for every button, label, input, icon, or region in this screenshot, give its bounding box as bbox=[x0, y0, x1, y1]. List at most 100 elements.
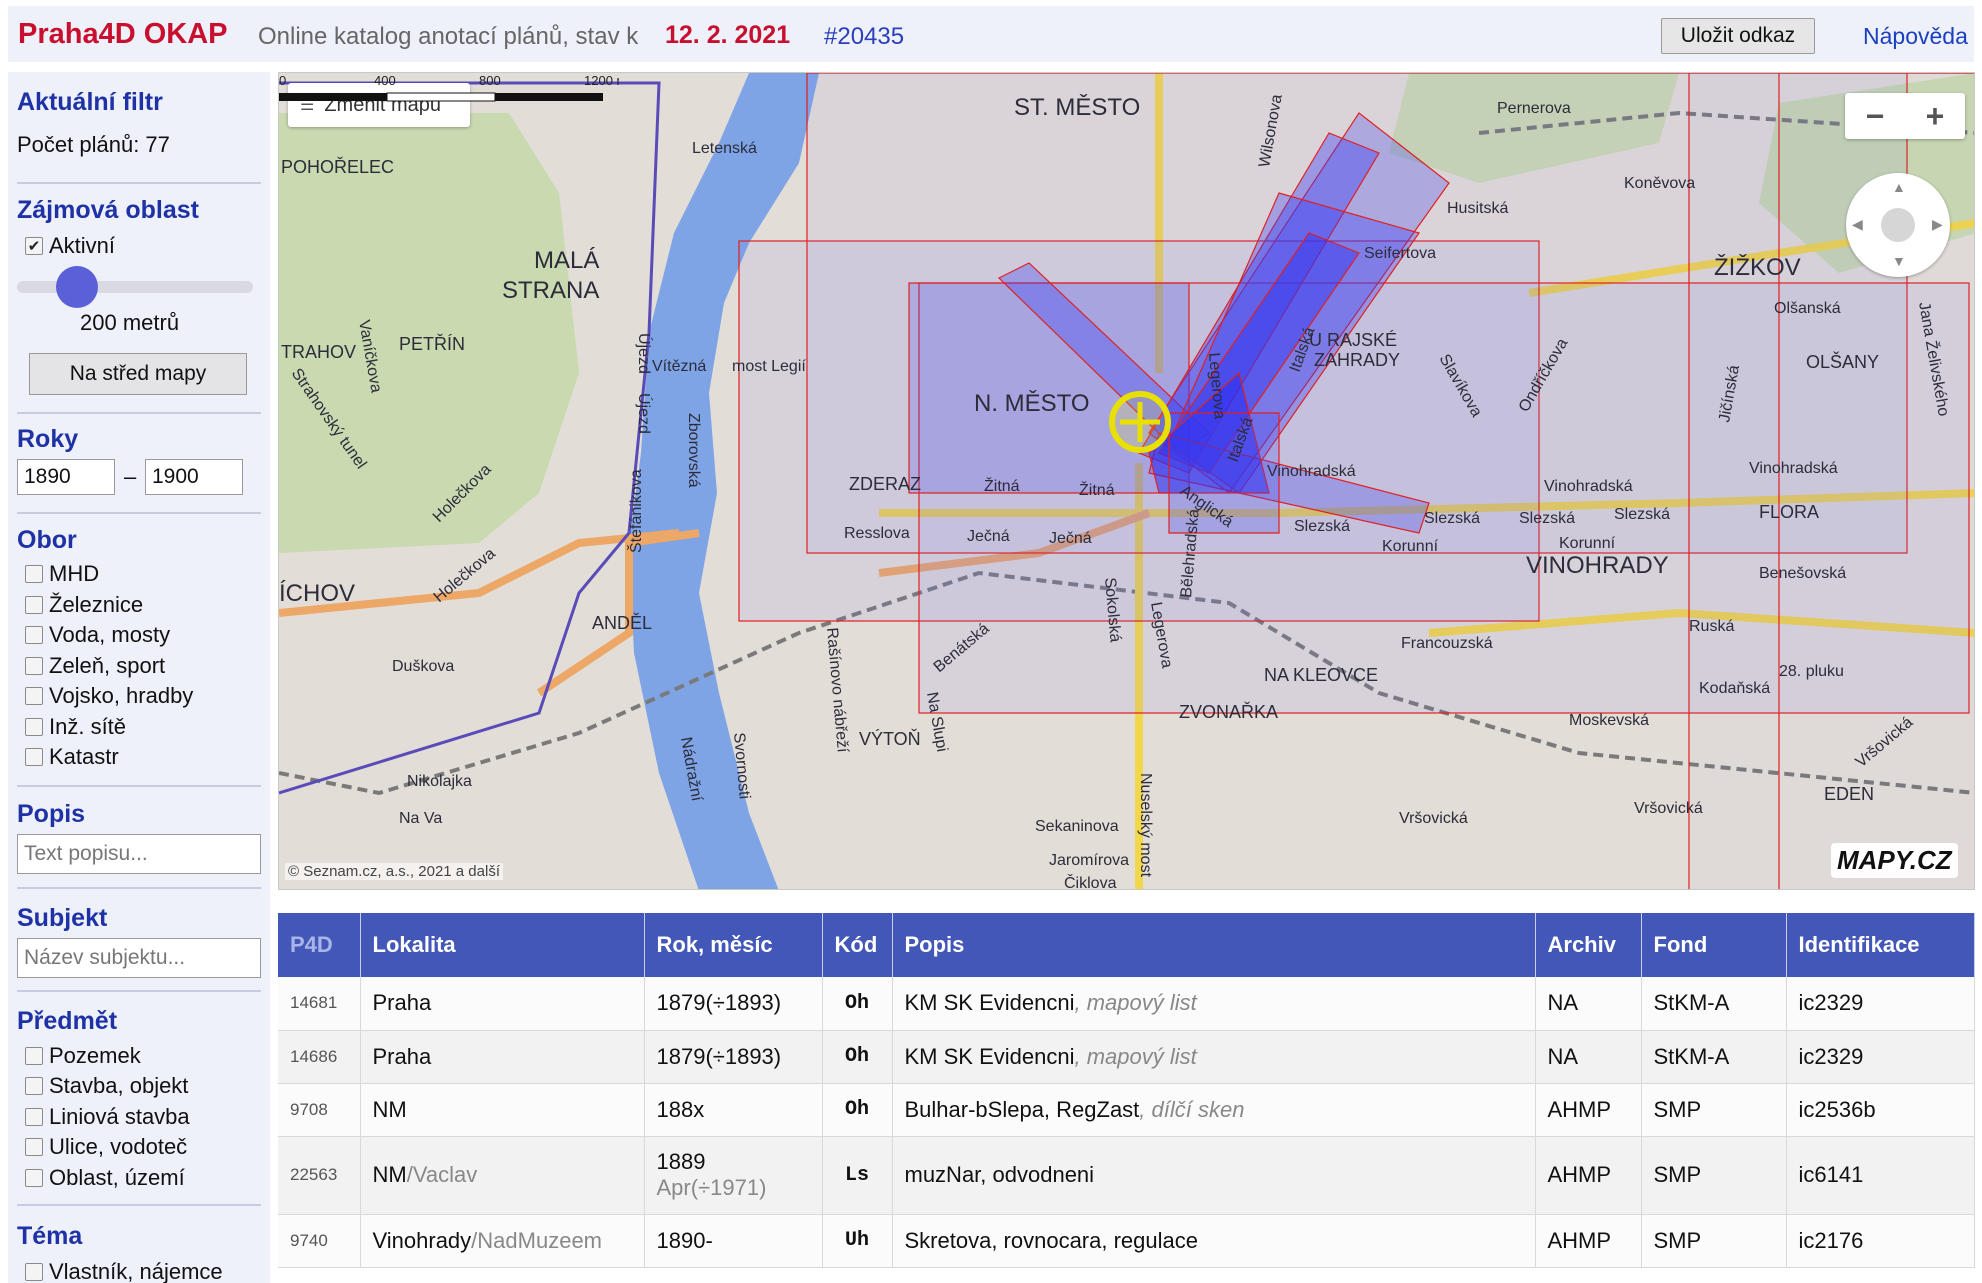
checkbox-icon[interactable] bbox=[25, 1077, 43, 1095]
field-checkbox-zeleznice[interactable]: Železnice bbox=[25, 591, 143, 619]
field-checkbox-mhd[interactable]: MHD bbox=[25, 560, 99, 588]
object-label: Pozemek bbox=[49, 1043, 141, 1068]
object-checkbox-pozemek[interactable]: Pozemek bbox=[25, 1042, 141, 1070]
cell-ident[interactable]: ic2329 bbox=[1786, 977, 1975, 1031]
years-heading: Roky bbox=[17, 425, 79, 453]
cell-ident[interactable]: ic2176 bbox=[1786, 1214, 1975, 1268]
subject-input[interactable] bbox=[17, 938, 261, 978]
year-to-input[interactable] bbox=[145, 459, 243, 495]
map-label: OLŠANY bbox=[1806, 351, 1879, 372]
separator bbox=[17, 412, 261, 414]
street-label: Nikolajka bbox=[407, 773, 472, 790]
map-view[interactable]: ST. MĚSTO MALÁ STRANA N. MĚSTO ŽIŽKOV VI… bbox=[278, 72, 1975, 890]
table-row[interactable]: 9708 NM 188x Oh Bulhar-bSlepa, RegZast, … bbox=[278, 1083, 1975, 1137]
table-row[interactable]: 9740 Vinohrady/NadMuzeem 1890- Uh Skreto… bbox=[278, 1214, 1975, 1268]
map-label: ŽIŽKOV bbox=[1714, 254, 1801, 281]
cell-p4d[interactable]: 9708 bbox=[278, 1083, 361, 1137]
column-header-lokalita[interactable]: Lokalita bbox=[360, 913, 645, 977]
checkbox-icon[interactable] bbox=[25, 626, 43, 644]
cell-rok: 1889 Apr(÷1971) bbox=[644, 1136, 823, 1215]
theme-heading: Téma bbox=[17, 1222, 83, 1250]
year-from-input[interactable] bbox=[17, 459, 115, 495]
pan-compass[interactable]: ▲ ▼ ◀ ▶ bbox=[1846, 173, 1950, 277]
map-copyright[interactable]: © Seznam.cz, a.s., 2021 a další bbox=[285, 863, 503, 880]
checkbox-icon[interactable] bbox=[25, 748, 43, 766]
street-label: 28. pluku bbox=[1779, 663, 1844, 680]
checkbox-icon[interactable] bbox=[25, 657, 43, 675]
column-header-kod[interactable]: Kód bbox=[822, 913, 893, 977]
pan-left-icon[interactable]: ◀ bbox=[1852, 216, 1863, 233]
checkbox-icon[interactable] bbox=[25, 596, 43, 614]
field-checkbox-vojsko[interactable]: Vojsko, hradby bbox=[25, 682, 193, 710]
column-header-identifikace[interactable]: Identifikace bbox=[1786, 913, 1975, 977]
cell-archiv: AHMP bbox=[1535, 1083, 1642, 1137]
popis-sub: dílčí sken bbox=[1151, 1096, 1245, 1122]
checkbox-icon[interactable] bbox=[25, 1047, 43, 1065]
scale-segment bbox=[495, 93, 603, 101]
cell-p4d[interactable]: 14681 bbox=[278, 977, 361, 1031]
checkbox-icon[interactable] bbox=[25, 687, 43, 705]
table-row[interactable]: 14681 Praha 1879(÷1893) Oh KM SK Evidenc… bbox=[278, 977, 1975, 1031]
pan-up-icon[interactable]: ▲ bbox=[1892, 179, 1906, 195]
catalog-id-link[interactable]: #20435 bbox=[824, 23, 904, 51]
cell-fond: StKM-A bbox=[1641, 977, 1787, 1031]
cell-p4d[interactable]: 9740 bbox=[278, 1214, 361, 1268]
help-link[interactable]: Nápověda bbox=[1863, 23, 1968, 50]
checkbox-icon[interactable] bbox=[25, 1263, 43, 1281]
cell-ident[interactable]: ic6141 bbox=[1786, 1136, 1975, 1215]
lokalita-main: Praha bbox=[372, 990, 432, 1016]
table-row[interactable]: 14686 Praha 1879(÷1893) Oh KM SK Evidenc… bbox=[278, 1030, 1975, 1084]
field-checkbox-zelen[interactable]: Zeleň, sport bbox=[25, 652, 165, 680]
cell-rok: 1890- bbox=[644, 1214, 823, 1268]
street-label: Ruská bbox=[1689, 618, 1734, 635]
center-map-button[interactable]: Na střed mapy bbox=[29, 353, 247, 395]
radius-slider-track[interactable] bbox=[17, 281, 253, 293]
mapy-cz-logo[interactable]: MAPY.CZ bbox=[1831, 843, 1958, 878]
cell-ident[interactable]: ic2329 bbox=[1786, 1030, 1975, 1084]
theme-checkbox-vlastnik[interactable]: Vlastník, nájemce bbox=[25, 1258, 223, 1283]
map-label: ZDERAZ bbox=[849, 474, 921, 494]
field-checkbox-site[interactable]: Inž. sítě bbox=[25, 713, 126, 741]
zoom-in-button[interactable]: + bbox=[1905, 93, 1965, 139]
pan-right-icon[interactable]: ▶ bbox=[1932, 216, 1943, 233]
column-header-p4d[interactable]: P4D bbox=[278, 913, 361, 977]
cell-lokalita: NM bbox=[360, 1083, 645, 1137]
cell-p4d[interactable]: 22563 bbox=[278, 1136, 361, 1215]
checkbox-icon[interactable] bbox=[25, 565, 43, 583]
cell-archiv: NA bbox=[1535, 1030, 1642, 1084]
radius-slider-handle[interactable] bbox=[56, 266, 98, 308]
object-checkbox-stavba[interactable]: Stavba, objekt bbox=[25, 1072, 188, 1100]
checkbox-icon[interactable] bbox=[25, 1138, 43, 1156]
object-checkbox-liniova[interactable]: Liniová stavba bbox=[25, 1103, 190, 1131]
field-checkbox-voda[interactable]: Voda, mosty bbox=[25, 621, 170, 649]
field-checkbox-katastr[interactable]: Katastr bbox=[25, 743, 119, 771]
checkbox-checked-icon[interactable]: ✔ bbox=[25, 237, 43, 255]
object-checkbox-ulice[interactable]: Ulice, vodoteč bbox=[25, 1133, 187, 1161]
cell-p4d[interactable]: 14686 bbox=[278, 1030, 361, 1084]
pan-down-icon[interactable]: ▼ bbox=[1892, 253, 1906, 269]
table-row[interactable]: 22563 NM/Vaclav 1889 Apr(÷1971) Ls muzNar… bbox=[278, 1136, 1975, 1215]
map-label: EDEN bbox=[1824, 784, 1874, 804]
cell-ident[interactable]: ic2536b bbox=[1786, 1083, 1975, 1137]
popis-main: KM SK Evidencni bbox=[904, 1043, 1075, 1069]
checkbox-icon[interactable] bbox=[25, 1108, 43, 1126]
column-header-fond[interactable]: Fond bbox=[1641, 913, 1787, 977]
object-checkbox-oblast[interactable]: Oblast, území bbox=[25, 1164, 185, 1192]
column-header-archiv[interactable]: Archiv bbox=[1535, 913, 1642, 977]
checkbox-icon[interactable] bbox=[25, 1169, 43, 1187]
column-header-rok[interactable]: Rok, měsíc bbox=[644, 913, 823, 977]
save-link-button[interactable]: Uložit odkaz bbox=[1661, 18, 1815, 54]
zoom-out-button[interactable]: − bbox=[1845, 93, 1905, 139]
checkbox-icon[interactable] bbox=[25, 718, 43, 736]
field-label: Katastr bbox=[49, 744, 119, 769]
cell-archiv: AHMP bbox=[1535, 1214, 1642, 1268]
street-label: Štefánikova bbox=[626, 469, 645, 553]
description-heading: Popis bbox=[17, 800, 86, 828]
cell-lokalita: Praha bbox=[360, 977, 645, 1031]
street-label: Moskevská bbox=[1569, 712, 1649, 729]
map-canvas[interactable]: ST. MĚSTO MALÁ STRANA N. MĚSTO ŽIŽKOV VI… bbox=[279, 73, 1975, 890]
catalog-date: 12. 2. 2021 bbox=[665, 21, 791, 49]
description-input[interactable] bbox=[17, 834, 261, 874]
area-active-checkbox[interactable]: ✔ Aktivní bbox=[25, 232, 115, 260]
column-header-popis[interactable]: Popis bbox=[892, 913, 1536, 977]
